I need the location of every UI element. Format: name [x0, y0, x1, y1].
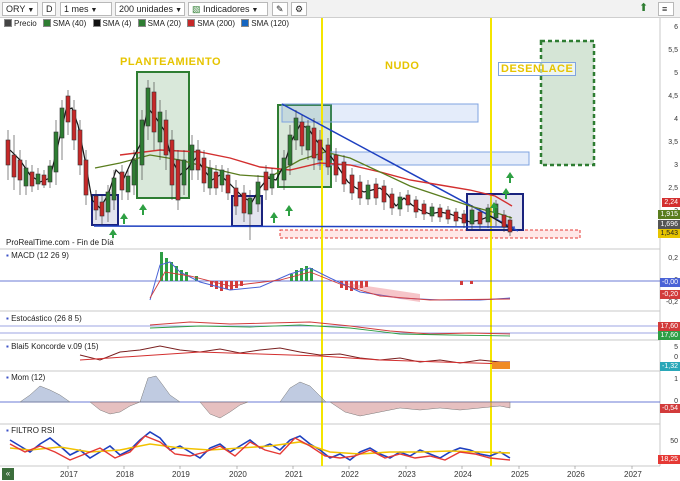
x-axis-label: 2020 — [229, 470, 247, 479]
x-axis-label: 2017 — [60, 470, 78, 479]
price-tick: 4 — [674, 116, 678, 123]
indicator-icon: ▪ — [6, 251, 9, 260]
mom-tick: 1 — [674, 376, 678, 383]
price-tick: 3 — [674, 162, 678, 169]
buy-arrow — [270, 212, 278, 223]
x-axis-label: 2022 — [341, 470, 359, 479]
desenlace-target-box — [539, 39, 596, 167]
indicator-icon: ▪ — [6, 342, 9, 351]
mom-area — [199, 401, 249, 419]
mom-label-text: Mom (12) — [11, 373, 46, 382]
mom-panel-label[interactable]: ▪ Mom (12) — [4, 373, 48, 382]
price-tag-sma4: 1,696 — [658, 220, 680, 229]
support-zone — [279, 229, 581, 239]
buy-arrow — [506, 172, 514, 183]
mom-area — [19, 385, 71, 403]
buy-arrow — [120, 213, 128, 224]
blai5-tag: -1,32 — [660, 362, 680, 371]
x-axis-label: 2021 — [285, 470, 303, 479]
mom-area — [89, 401, 141, 415]
blai5-tick: 5 — [674, 344, 678, 351]
rsi-tag: 18,25 — [658, 455, 680, 464]
stoch-panel-label[interactable]: ▪ Estocástico (26 8 5) — [4, 314, 84, 323]
price-tag-last: 1,543 — [658, 229, 680, 238]
macd-label-text: MACD (12 26 9) — [11, 251, 69, 260]
blai5-tick: 0 — [674, 354, 678, 361]
blai5-label-text: Blai5 Koncorde v.09 (15) — [11, 342, 99, 351]
price-tag-sma40: 1,915 — [658, 210, 680, 219]
stoch-k-line — [149, 321, 511, 335]
stoch-tag: 17,60 — [658, 322, 680, 331]
indicator-icon: ▪ — [6, 373, 9, 382]
macd-tick: -0,2 — [665, 299, 678, 306]
x-axis-label: 2024 — [454, 470, 472, 479]
double-chevron-left-icon: « — [5, 469, 11, 478]
source-label: ProRealTime.com - Fin de Día — [4, 238, 116, 247]
nudo-label: NUDO — [385, 60, 420, 72]
koncorde-avg-line — [79, 351, 511, 365]
scroll-left-button[interactable]: « — [2, 468, 14, 480]
price-tick: 6 — [674, 24, 678, 31]
price-tag-sma200: 2,24 — [662, 198, 680, 207]
macd-panel-label[interactable]: ▪ MACD (12 26 9) — [4, 251, 71, 260]
macd-tag: -0,20 — [660, 290, 680, 299]
macd-tick: 0,2 — [668, 255, 678, 262]
buy-arrow — [285, 205, 293, 216]
rsi-panel-label[interactable]: ▪ FILTRO RSI — [4, 426, 57, 435]
macd-tag: -0,00 — [660, 278, 680, 287]
support-line — [93, 225, 516, 228]
mom-area — [139, 375, 181, 403]
rsi-tick: 50 — [670, 438, 678, 445]
planteamiento-box — [136, 71, 190, 199]
desenlace-label: DESENLACE — [498, 62, 577, 76]
x-axis-label: 2018 — [116, 470, 134, 479]
mom-area — [329, 401, 511, 417]
price-tick: 5,5 — [668, 47, 678, 54]
price-tick: 4,5 — [668, 93, 678, 100]
planteamiento-label: PLANTEAMIENTO — [120, 56, 222, 68]
stoch-d-line — [149, 324, 511, 337]
rsi-label-text: FILTRO RSI — [11, 426, 55, 435]
stoch-label-text: Estocástico (26 8 5) — [11, 314, 82, 323]
x-axis-label: 2025 — [511, 470, 529, 479]
x-axis-label: 2019 — [172, 470, 190, 479]
chart-window: ORY ▼ D 1 mes ▼ 200 unidades ▼ ▧ Indicadore… — [0, 0, 680, 481]
indicator-icon: ▪ — [6, 426, 9, 435]
x-axis-label: 2027 — [624, 470, 642, 479]
blai5-panel-label[interactable]: ▪ Blai5 Koncorde v.09 (15) — [4, 342, 101, 351]
price-tick: 5 — [674, 70, 678, 77]
macd-signal-line — [149, 271, 511, 301]
x-axis-label: 2023 — [398, 470, 416, 479]
x-axis-label: 2026 — [567, 470, 585, 479]
mom-tag: -0,54 — [660, 404, 680, 413]
price-tick: 2,5 — [668, 185, 678, 192]
price-tick: 3,5 — [668, 139, 678, 146]
indicator-icon: ▪ — [6, 314, 9, 323]
macd-fill — [340, 282, 420, 302]
stoch-tag: 17,60 — [658, 331, 680, 340]
koncorde-price-line — [79, 345, 510, 364]
koncorde-volume-bar — [492, 362, 510, 369]
buy-arrow — [139, 204, 147, 215]
mom-area — [279, 381, 327, 403]
